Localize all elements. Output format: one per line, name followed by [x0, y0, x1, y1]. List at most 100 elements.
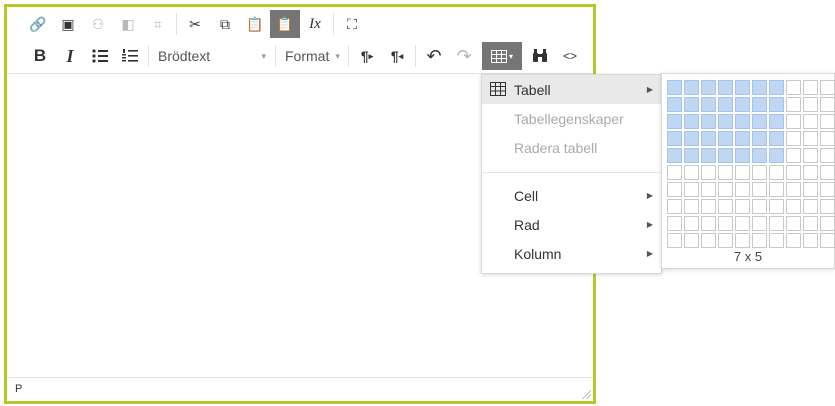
grid-cell[interactable] — [667, 165, 682, 180]
grid-cell[interactable] — [701, 165, 716, 180]
grid-cell[interactable] — [684, 165, 699, 180]
menu-item-rad[interactable]: Rad ▶ — [482, 210, 661, 239]
grid-cell[interactable] — [803, 114, 818, 129]
grid-cell[interactable] — [684, 148, 699, 163]
grid-cell[interactable] — [803, 233, 818, 248]
grid-cell[interactable] — [701, 233, 716, 248]
grid-cell[interactable] — [820, 199, 835, 214]
grid-cell[interactable] — [752, 233, 767, 248]
anchor-button[interactable]: ⚇ — [83, 10, 113, 38]
grid-cell[interactable] — [735, 165, 750, 180]
grid-cell[interactable] — [718, 148, 733, 163]
grid-cell[interactable] — [820, 165, 835, 180]
grid-cell[interactable] — [820, 233, 835, 248]
grid-cell[interactable] — [786, 216, 801, 231]
media-button[interactable]: ▣ — [53, 10, 83, 38]
find-replace-button[interactable] — [525, 42, 555, 70]
grid-cell[interactable] — [667, 199, 682, 214]
grid-cell[interactable] — [718, 80, 733, 95]
grid-cell[interactable] — [752, 80, 767, 95]
grid-cell[interactable] — [718, 233, 733, 248]
grid-cell[interactable] — [701, 182, 716, 197]
grid-cell[interactable] — [769, 148, 784, 163]
grid-cell[interactable] — [769, 199, 784, 214]
grid-cell[interactable] — [786, 97, 801, 112]
grid-cell[interactable] — [786, 148, 801, 163]
grid-cell[interactable] — [752, 114, 767, 129]
grid-cell[interactable] — [752, 182, 767, 197]
grid-cell[interactable] — [667, 148, 682, 163]
grid-cell[interactable] — [684, 182, 699, 197]
grid-cell[interactable] — [667, 182, 682, 197]
grid-cell[interactable] — [769, 216, 784, 231]
block-style-select[interactable]: Brödtext ▾ — [152, 42, 272, 70]
grid-cell[interactable] — [735, 148, 750, 163]
grid-cell[interactable] — [701, 97, 716, 112]
undo-button[interactable]: ↶ — [419, 42, 449, 70]
menu-item-radera-tabell[interactable]: Radera tabell — [482, 133, 661, 162]
grid-cell[interactable] — [786, 199, 801, 214]
grid-cell[interactable] — [786, 233, 801, 248]
grid-cell[interactable] — [735, 233, 750, 248]
grid-cell[interactable] — [718, 199, 733, 214]
grid-cell[interactable] — [684, 216, 699, 231]
source-code-button[interactable]: <> — [555, 42, 585, 70]
bullet-list-button[interactable] — [85, 42, 115, 70]
grid-cell[interactable] — [718, 97, 733, 112]
grid-cell[interactable] — [820, 131, 835, 146]
grid-cell[interactable] — [769, 114, 784, 129]
grid-cell[interactable] — [820, 80, 835, 95]
cut-button[interactable]: ✂ — [180, 10, 210, 38]
grid-cell[interactable] — [786, 80, 801, 95]
grid-cell[interactable] — [752, 97, 767, 112]
clear-format-button[interactable]: Ix — [300, 10, 330, 38]
grid-cell[interactable] — [718, 182, 733, 197]
italic-button[interactable]: I — [55, 42, 85, 70]
grid-cell[interactable] — [701, 148, 716, 163]
grid-cell[interactable] — [667, 97, 682, 112]
grid-cell[interactable] — [769, 182, 784, 197]
grid-cell[interactable] — [684, 199, 699, 214]
grid-cell[interactable] — [735, 131, 750, 146]
grid-cell[interactable] — [684, 233, 699, 248]
menu-item-kolumn[interactable]: Kolumn ▶ — [482, 239, 661, 268]
grid-cell[interactable] — [786, 165, 801, 180]
paste-button[interactable]: 📋 — [240, 10, 270, 38]
grid-cell[interactable] — [735, 182, 750, 197]
rtl-button[interactable]: ¶ ◂ — [382, 42, 412, 70]
grid-cell[interactable] — [803, 182, 818, 197]
grid-cell[interactable] — [803, 148, 818, 163]
grid-cell[interactable] — [786, 182, 801, 197]
copy-button[interactable]: ⧉ — [210, 10, 240, 38]
menu-item-tabellegenskaper[interactable]: Tabellegenskaper — [482, 104, 661, 133]
grid-cell[interactable] — [752, 199, 767, 214]
grid-cell[interactable] — [735, 216, 750, 231]
grid-cell[interactable] — [803, 199, 818, 214]
grid-cell[interactable] — [786, 131, 801, 146]
grid-cell[interactable] — [684, 114, 699, 129]
grid-cell[interactable] — [735, 199, 750, 214]
bold-button[interactable]: B — [25, 42, 55, 70]
grid-cell[interactable] — [701, 131, 716, 146]
grid-cell[interactable] — [684, 80, 699, 95]
grid-cell[interactable] — [786, 114, 801, 129]
paste-text-button[interactable]: 📋 — [270, 10, 300, 38]
grid-cell[interactable] — [803, 80, 818, 95]
image-button[interactable]: ◧ — [113, 10, 143, 38]
grid-cell[interactable] — [667, 114, 682, 129]
grid-cell[interactable] — [803, 165, 818, 180]
crop-button[interactable]: ⌗ — [143, 10, 173, 38]
grid-cell[interactable] — [752, 148, 767, 163]
grid-cell[interactable] — [803, 131, 818, 146]
menu-item-tabell[interactable]: Tabell ▶ — [482, 75, 661, 104]
grid-cell[interactable] — [752, 131, 767, 146]
resize-handle-icon[interactable] — [581, 389, 591, 399]
grid-cell[interactable] — [667, 80, 682, 95]
grid-cell[interactable] — [718, 131, 733, 146]
grid-cell[interactable] — [667, 233, 682, 248]
menu-item-cell[interactable]: Cell ▶ — [482, 181, 661, 210]
grid-cell[interactable] — [803, 97, 818, 112]
grid-cell[interactable] — [820, 114, 835, 129]
grid-cell[interactable] — [667, 216, 682, 231]
grid-cell[interactable] — [718, 114, 733, 129]
